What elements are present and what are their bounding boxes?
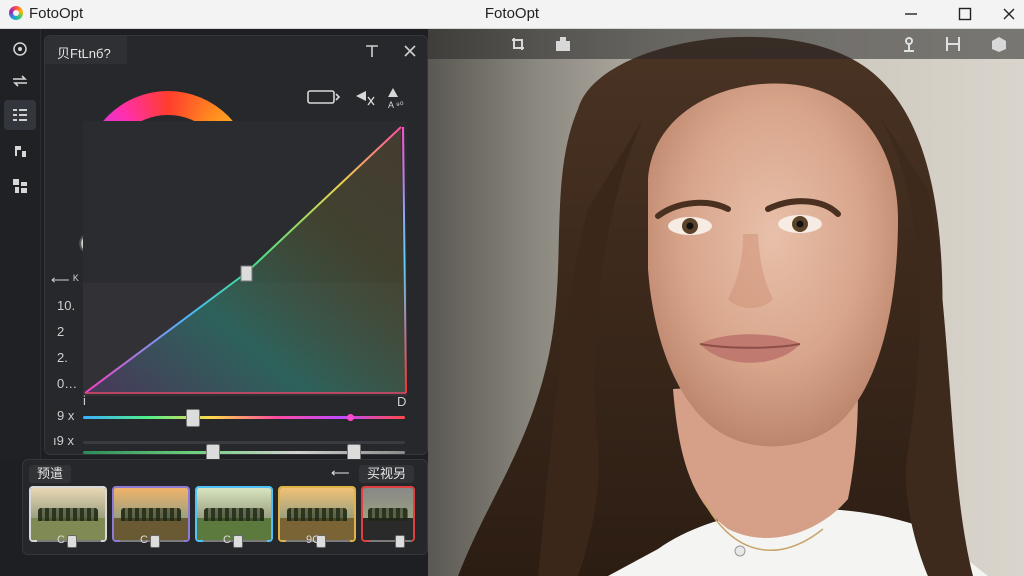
preset-intensity-thumb[interactable] (233, 535, 243, 548)
tool-rail (0, 29, 41, 459)
list-icon (13, 109, 27, 121)
slider-1-label: 9 x (57, 408, 75, 423)
rail-adjust-button[interactable] (4, 100, 36, 130)
preset-intensity-thumb[interactable] (150, 535, 160, 548)
minimize-button[interactable] (888, 0, 934, 28)
app-logo-icon (9, 6, 23, 20)
layers-icon[interactable] (554, 35, 572, 53)
auto-levels-icon[interactable]: A ⁹⁰ (385, 86, 409, 110)
close-panel-icon[interactable] (401, 42, 419, 60)
workspace: 贝FtLnб? A ⁹⁰ ⟵ ᴷ 10. 2 2. 0… i D 9 x ı9 … (0, 29, 1024, 576)
y-tick-2: 2 (57, 324, 65, 339)
title-bar: FotoOpt FotoOpt (0, 0, 1024, 29)
close-icon (1003, 8, 1015, 20)
pin-panel-icon[interactable] (363, 42, 381, 60)
app-name: FotoOpt (29, 5, 84, 22)
y-tick-1: 10. (57, 298, 76, 313)
presets-panel: 预遣 ⟵ 买视另 C C C 9C (22, 459, 428, 555)
sparkle-icon (15, 146, 26, 157)
pin-icon[interactable] (900, 35, 918, 53)
x-axis-start: i (83, 393, 86, 408)
preset-intensity-thumb[interactable] (67, 535, 77, 548)
y-tick-4: 0… (57, 376, 78, 391)
photo-canvas[interactable] (428, 29, 1024, 576)
preset-card[interactable] (361, 486, 415, 542)
portrait-image (458, 36, 988, 576)
preset-label: C (223, 534, 231, 546)
preset-intensity-thumb[interactable] (395, 535, 405, 548)
crop-rotate-icon[interactable] (510, 35, 528, 53)
presets-right-tab[interactable]: 买视另 (359, 465, 415, 483)
slider-2-label: ı9 x (53, 433, 74, 448)
hue-marker (347, 414, 354, 421)
compare-icon[interactable] (944, 35, 962, 53)
x-axis-end: D (397, 394, 407, 409)
export-icon[interactable] (990, 35, 1008, 53)
panel-title: 贝FtLnб? (57, 46, 111, 61)
preset-label: C (57, 534, 65, 546)
maximize-button[interactable] (942, 0, 988, 28)
rail-effects-button[interactable] (4, 136, 36, 166)
aspect-ratio-icon[interactable] (307, 88, 341, 106)
preset-card[interactable] (195, 486, 273, 542)
preset-label: 9C (306, 534, 321, 546)
flip-icon[interactable] (354, 87, 376, 109)
rail-home-button[interactable] (4, 34, 36, 64)
preset-label: C (140, 534, 148, 546)
color-curve-panel: 贝FtLnб? A ⁹⁰ ⟵ ᴷ 10. 2 2. 0… i D 9 x ı9 … (44, 35, 428, 462)
preset-card[interactable] (112, 486, 190, 542)
minimize-icon (905, 13, 917, 15)
y-tick-3: 2. (57, 350, 68, 365)
window-title: FotoOpt (484, 5, 540, 22)
hue-slider-thumb[interactable] (186, 409, 201, 427)
arrows-icon (13, 75, 27, 87)
circle-target-icon (13, 42, 27, 56)
svg-text:A ⁹⁰: A ⁹⁰ (388, 100, 404, 110)
tone-curve-graph[interactable] (83, 121, 407, 396)
grid-icon (13, 179, 27, 193)
presets-left-tab[interactable]: 预遣 (29, 465, 72, 483)
rail-grid-button[interactable] (4, 171, 36, 201)
presets-arrow[interactable]: ⟵ (331, 465, 350, 481)
curve-left-arrow: ⟵ ᴷ (51, 272, 79, 287)
hue-slider-track[interactable] (83, 416, 405, 419)
maximize-icon (958, 7, 972, 21)
panel-tab[interactable]: 贝FtLnб? (45, 36, 127, 64)
preset-card[interactable] (29, 486, 107, 542)
rail-transfer-button[interactable] (4, 66, 36, 96)
close-window-button[interactable] (986, 0, 1024, 28)
